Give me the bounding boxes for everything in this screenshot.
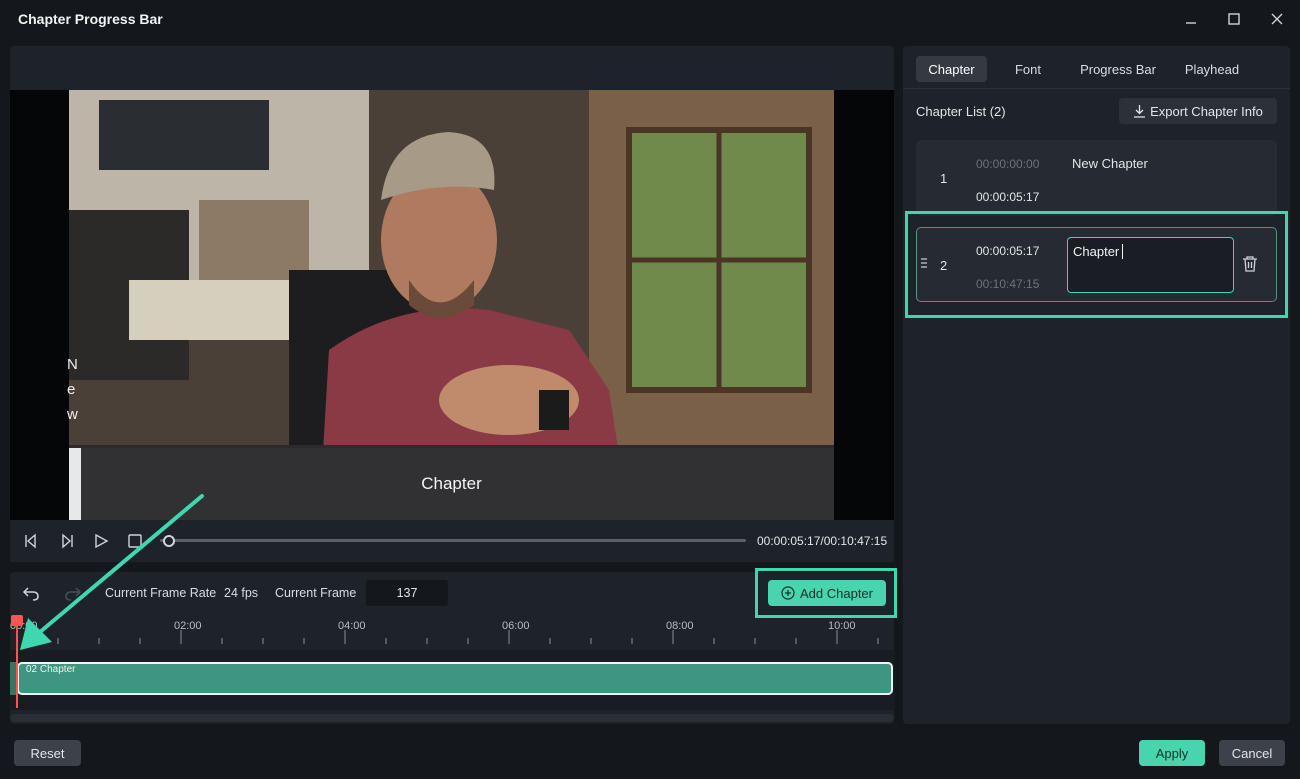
playhead-handle[interactable] xyxy=(11,615,23,626)
chapter-name-input[interactable]: Chapter xyxy=(1067,237,1234,293)
ruler-label: 08:00 xyxy=(666,620,694,632)
title-bar xyxy=(0,0,1300,40)
chapter-item[interactable] xyxy=(916,140,1277,216)
add-chapter-label: Add Chapter xyxy=(800,585,873,601)
redo-button[interactable] xyxy=(64,584,82,607)
reset-button[interactable]: Reset xyxy=(14,740,81,766)
frame-rate-value: 24 fps xyxy=(224,586,259,600)
stop-button[interactable] xyxy=(124,530,146,552)
tab-chapter[interactable]: Chapter xyxy=(916,56,987,82)
side-text-line: w xyxy=(67,406,78,423)
video-side-text: N e w xyxy=(67,352,78,427)
frame-rate-label: Current Frame Rate xyxy=(105,586,217,600)
chapter-end: 00:10:47:15 xyxy=(976,277,1040,291)
ruler-label: 02:00 xyxy=(174,620,202,632)
current-frame-input[interactable]: 137 xyxy=(366,580,448,606)
minimize-button[interactable] xyxy=(1178,8,1204,30)
side-text-line: e xyxy=(67,381,76,398)
ruler-label: 06:00 xyxy=(502,620,530,632)
export-chapter-label: Export Chapter Info xyxy=(1150,103,1263,119)
trash-icon xyxy=(1243,256,1257,272)
undo-button[interactable] xyxy=(22,584,40,607)
ruler-label: 04:00 xyxy=(338,620,366,632)
timeline-ruler[interactable] xyxy=(10,618,894,648)
stop-icon xyxy=(128,534,142,548)
chapter-number: 1 xyxy=(940,171,948,186)
ruler-label: 10:00 xyxy=(828,620,856,632)
plus-circle-icon xyxy=(781,586,795,600)
video-subtitle: Chapter xyxy=(421,474,482,493)
timecode: 00:00:05:17/00:10:47:15 xyxy=(757,534,888,548)
text-cursor xyxy=(1122,244,1124,259)
window-title: Chapter Progress Bar xyxy=(18,11,163,27)
tab-font[interactable]: Font xyxy=(1002,56,1054,82)
chapter-number: 2 xyxy=(940,258,948,273)
minimize-icon xyxy=(1186,22,1196,24)
play-button[interactable] xyxy=(90,530,112,552)
chapter-clip[interactable] xyxy=(17,662,893,695)
chapter-name-value: Chapter xyxy=(1073,244,1120,259)
maximize-icon xyxy=(1228,13,1240,25)
export-chapter-button[interactable]: Export Chapter Info xyxy=(1119,98,1277,124)
prev-frame-button[interactable] xyxy=(20,530,42,552)
chapter-end: 00:00:05:17 xyxy=(976,190,1040,204)
delete-chapter-button[interactable] xyxy=(1242,255,1260,275)
drag-handle[interactable] xyxy=(920,256,930,274)
cancel-button[interactable]: Cancel xyxy=(1219,740,1285,766)
chapter-list-title: Chapter List (2) xyxy=(916,104,1006,119)
close-button[interactable] xyxy=(1264,8,1290,30)
undo-icon xyxy=(22,587,39,601)
video-edge-strip xyxy=(69,448,81,520)
download-icon xyxy=(1134,105,1146,118)
tab-progress-bar[interactable]: Progress Bar xyxy=(1072,56,1164,82)
scrub-track[interactable] xyxy=(160,539,746,542)
timeline-scrollbar[interactable] xyxy=(10,714,894,722)
drag-handle-icon xyxy=(921,258,927,268)
tab-playhead[interactable]: Playhead xyxy=(1176,56,1248,82)
redo-icon xyxy=(65,587,82,601)
add-chapter-button[interactable]: Add Chapter xyxy=(768,580,886,606)
maximize-button[interactable] xyxy=(1221,8,1247,30)
step-back-icon xyxy=(25,533,36,549)
step-forward-icon xyxy=(62,533,73,549)
tabs-divider xyxy=(903,88,1290,89)
scrub-handle[interactable] xyxy=(163,535,175,547)
chapter-name[interactable]: New Chapter xyxy=(1072,156,1148,171)
current-frame-label: Current Frame xyxy=(275,586,357,600)
playhead[interactable] xyxy=(16,620,18,708)
close-icon xyxy=(1271,13,1283,25)
chapter-clip-label: 02 Chapter xyxy=(26,664,76,675)
next-frame-button[interactable] xyxy=(56,530,78,552)
apply-button[interactable]: Apply xyxy=(1139,740,1205,766)
play-icon xyxy=(95,533,109,549)
chapter-start: 00:00:05:17 xyxy=(976,244,1040,258)
chapter-start: 00:00:00:00 xyxy=(976,157,1040,171)
side-text-line: N xyxy=(67,356,78,373)
